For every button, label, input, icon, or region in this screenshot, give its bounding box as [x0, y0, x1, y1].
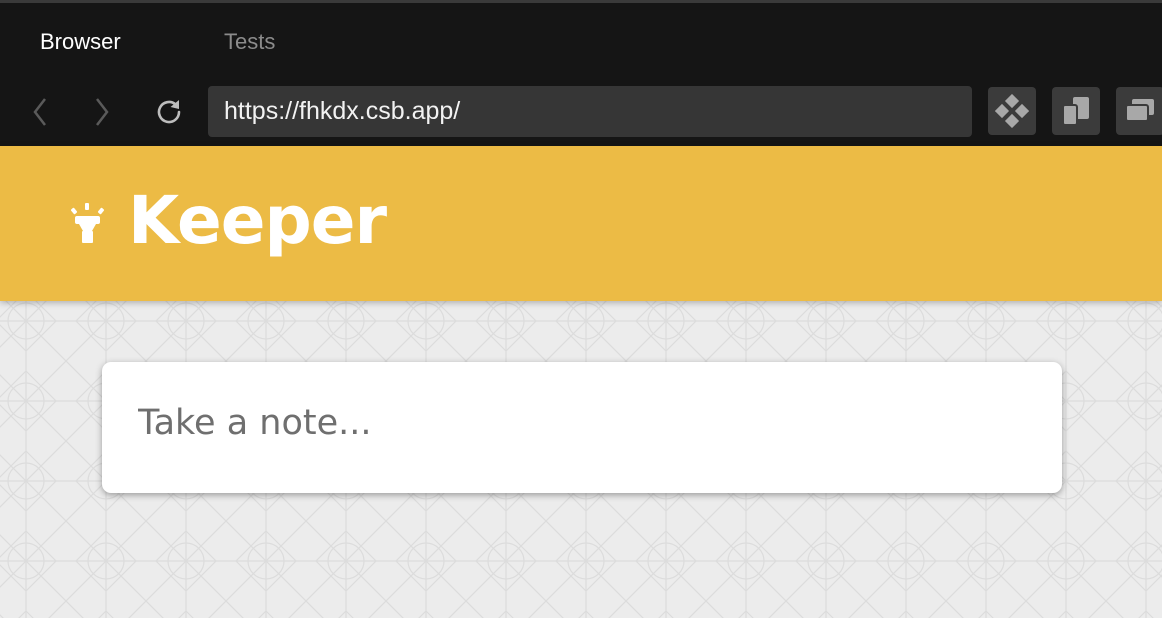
reload-icon [157, 100, 181, 124]
flashlight-icon [70, 203, 105, 243]
open-window-button[interactable] [1116, 87, 1162, 135]
reload-button[interactable] [149, 92, 189, 132]
note-input[interactable] [138, 398, 1018, 448]
diamond-grid-icon [995, 94, 1029, 128]
url-bar[interactable] [208, 86, 972, 137]
tab-tests[interactable]: Tests [224, 29, 275, 55]
url-input[interactable] [208, 86, 972, 137]
browser-nav-bar [0, 77, 1162, 146]
copy-button[interactable] [1052, 87, 1100, 135]
chevron-left-icon [33, 98, 46, 126]
copy-icon [1062, 97, 1089, 126]
codesandbox-button[interactable] [988, 87, 1036, 135]
forward-button[interactable] [82, 92, 122, 132]
devtools-tab-bar: Browser Tests [0, 3, 1162, 77]
chevron-right-icon [96, 98, 109, 126]
app-title: Keeper [128, 182, 387, 259]
tab-browser[interactable]: Browser [40, 29, 121, 55]
windows-icon [1125, 99, 1154, 122]
back-button[interactable] [20, 92, 60, 132]
note-card[interactable] [102, 362, 1062, 493]
